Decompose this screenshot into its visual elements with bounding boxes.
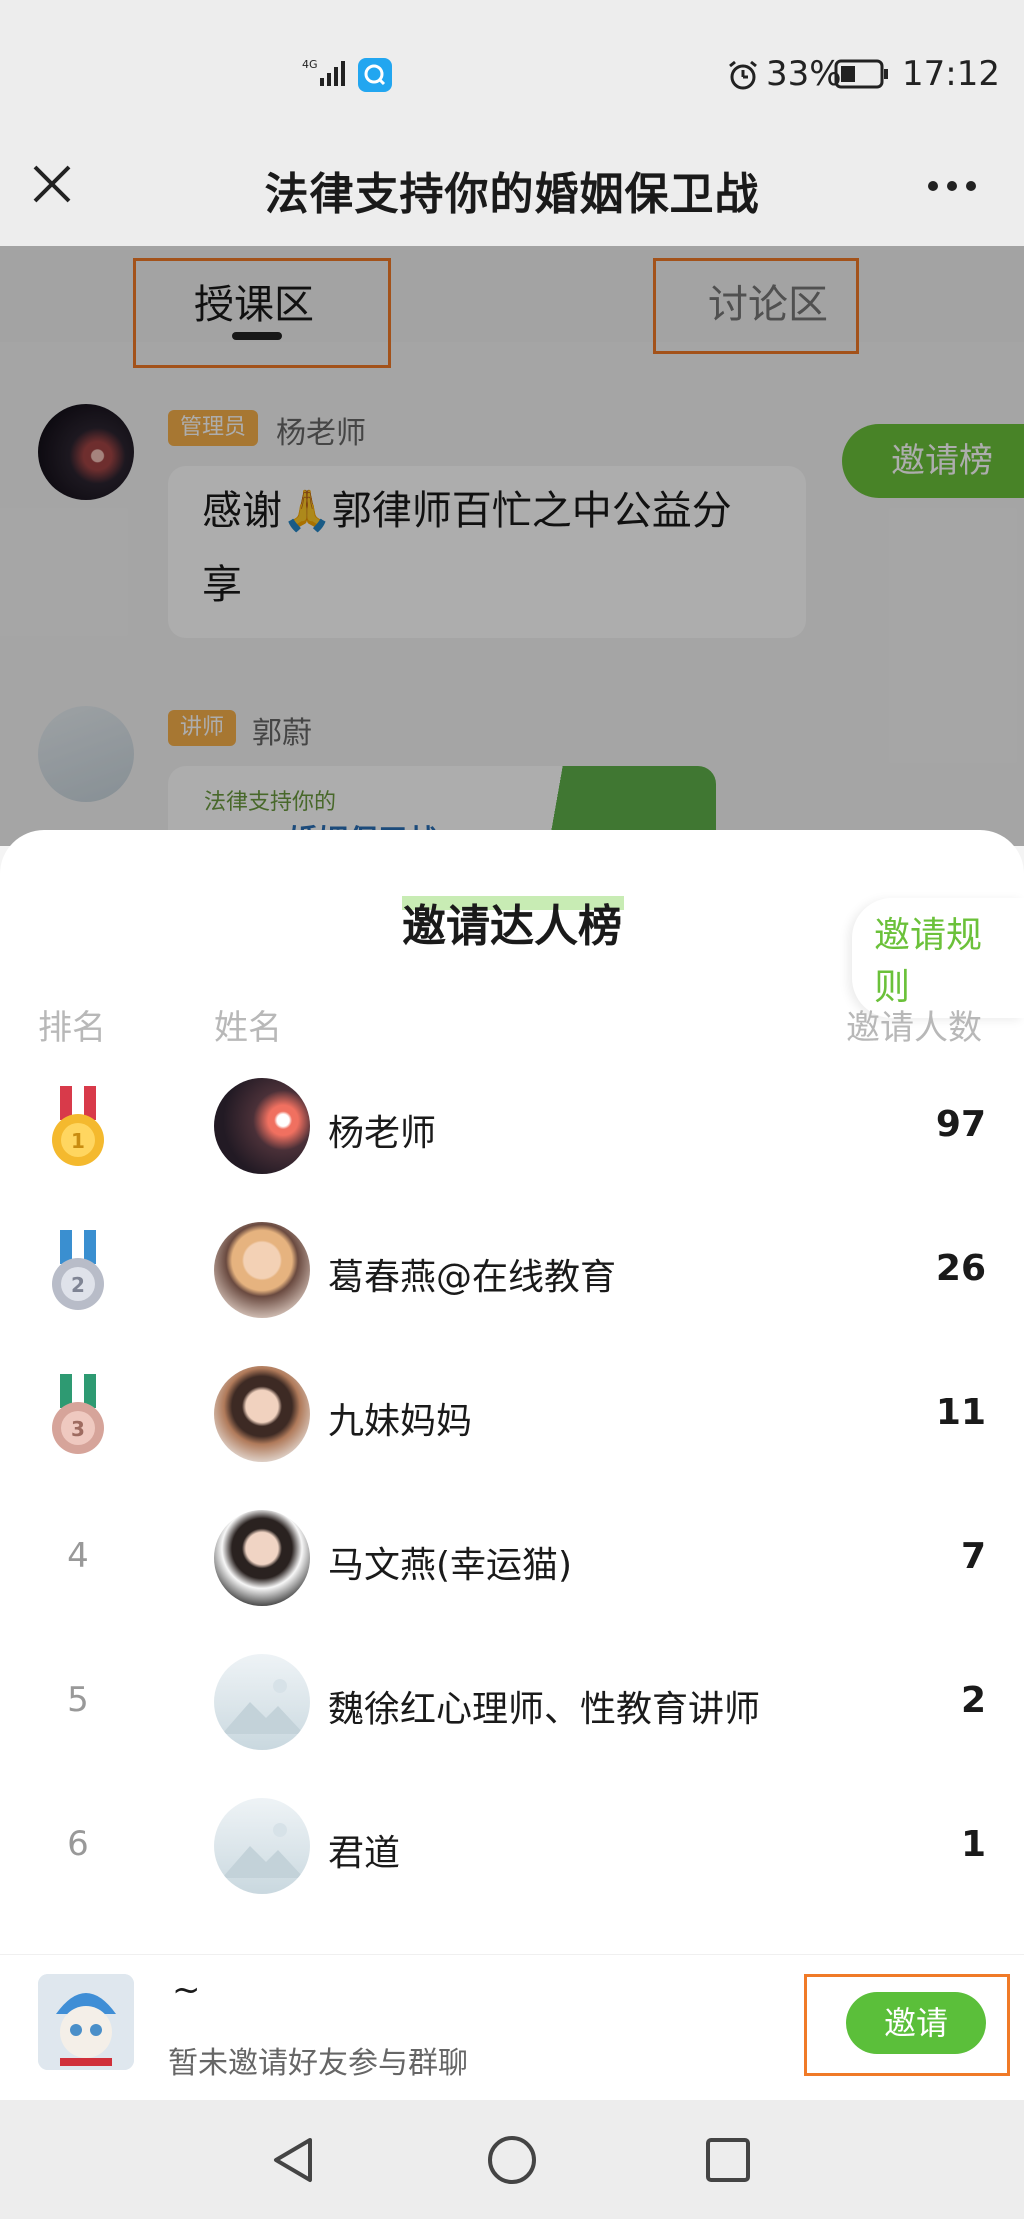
my-name: ~ [172,1970,201,2010]
svg-text:4G: 4G [302,58,318,71]
search-app-icon [358,58,392,92]
rank-number: 4 [67,1536,89,1576]
battery-percent: 33% [766,54,842,94]
rank-number: 5 [67,1680,89,1720]
row-name: 九妹妈妈 [328,1401,473,1442]
table-row[interactable]: 2 葛春燕@在线教育 26 [0,1198,1024,1342]
row-count: 7 [960,1536,986,1577]
gold-medal-icon: 1 [52,1086,104,1166]
avatar [214,1366,310,1462]
silver-medal-icon: 2 [52,1230,104,1310]
svg-text:3: 3 [71,1417,85,1441]
back-icon[interactable] [268,2134,318,2186]
status-bar: 4G 33% 17:12 [0,0,1024,140]
row-name: 杨老师 [328,1113,437,1154]
bronze-medal-icon: 3 [52,1374,104,1454]
my-invite-status: 暂未邀请好友参与群聊 [168,2046,468,2081]
row-count: 97 [935,1104,986,1145]
highlight-box-invite-button [804,1974,1010,2076]
page-title: 法律支持你的婚姻保卫战 [264,169,760,220]
recents-icon[interactable] [704,2136,752,2184]
my-avatar [38,1974,134,2070]
svg-text:2: 2 [71,1273,85,1297]
dim-overlay [0,246,1024,846]
table-row[interactable]: 1 杨老师 97 [0,1054,1024,1198]
alarm-icon [726,58,760,92]
home-icon[interactable] [486,2134,538,2186]
avatar [214,1078,310,1174]
column-header-name: 姓名 [214,1008,282,1048]
row-name: 君道 [328,1833,401,1874]
table-row[interactable]: 3 九妹妈妈 11 [0,1342,1024,1486]
avatar [214,1654,310,1750]
row-name: 葛春燕@在线教育 [328,1257,617,1298]
row-name: 马文燕(幸运猫) [328,1545,573,1586]
avatar [214,1222,310,1318]
row-count: 26 [935,1248,986,1289]
column-header-rank: 排名 [38,1008,106,1048]
svg-text:1: 1 [71,1129,85,1153]
row-count: 11 [935,1392,986,1433]
signal-icon: 4G [302,58,348,88]
row-name: 魏徐红心理师、性教育讲师 [328,1689,761,1730]
column-header-count: 邀请人数 [846,1008,982,1048]
avatar [214,1510,310,1606]
row-count: 1 [960,1824,986,1865]
row-count: 2 [960,1680,986,1721]
more-icon[interactable] [926,178,978,192]
rank-number: 6 [67,1824,89,1864]
table-row[interactable]: 6 君道 1 [0,1774,1024,1918]
placeholder-image-icon [222,1679,304,1734]
table-row[interactable]: 5 魏徐红心理师、性教育讲师 2 [0,1630,1024,1774]
placeholder-image-icon [222,1823,304,1878]
avatar [214,1798,310,1894]
table-row[interactable]: 4 马文燕(幸运猫) 7 [0,1486,1024,1630]
clock: 17:12 [902,54,1000,94]
battery-icon [834,58,890,90]
